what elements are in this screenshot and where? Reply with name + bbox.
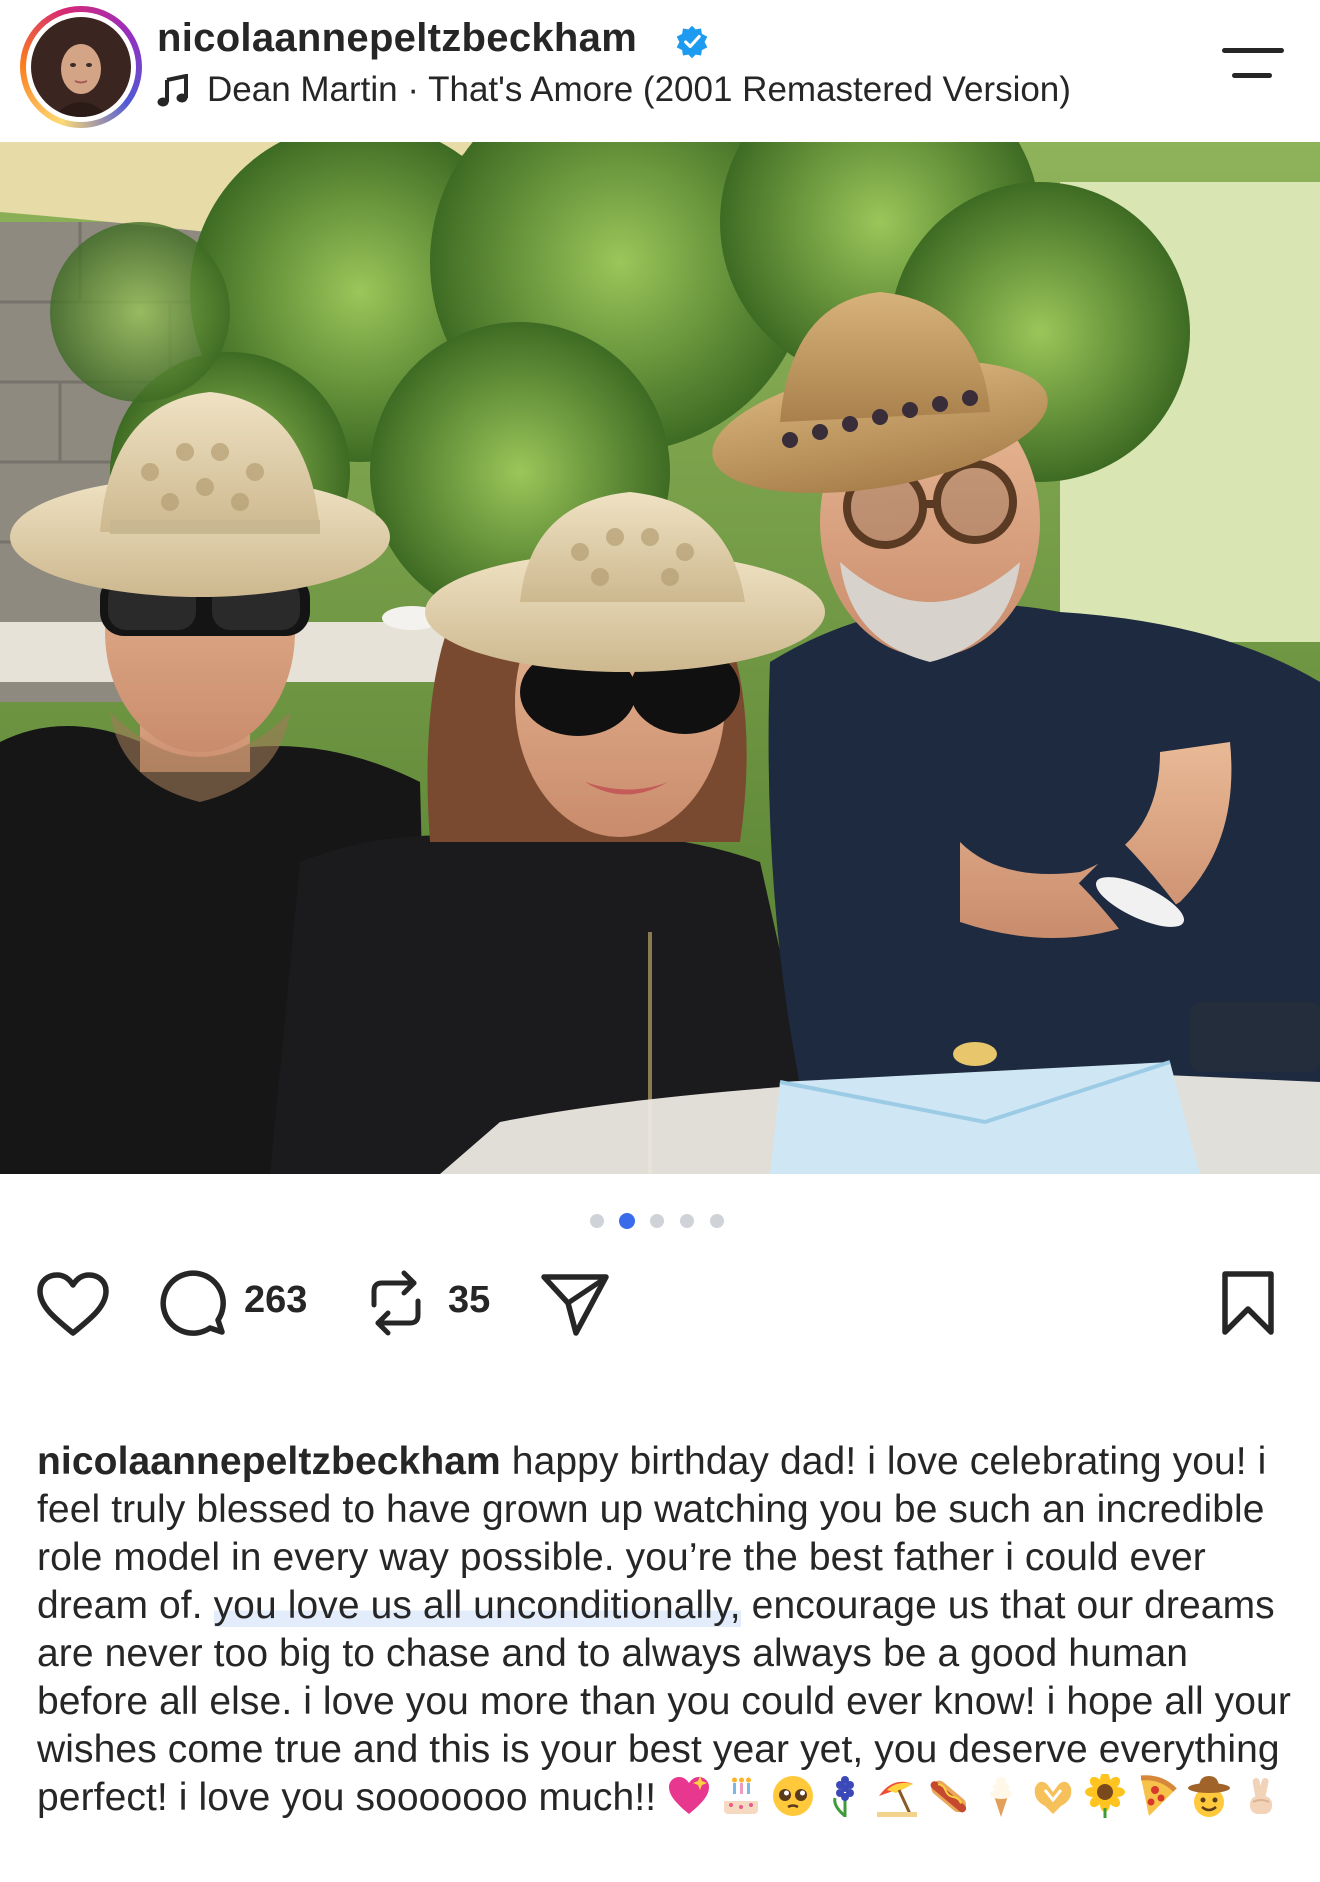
like-heart-icon[interactable] [36,1271,110,1337]
carousel-indicator [590,1210,730,1230]
verified-badge-icon [676,25,708,59]
post-header: nicolaannepeltzbeckham Dean Martin · Tha… [0,0,1320,142]
music-note-icon [157,74,188,107]
carousel-dot [650,1214,664,1228]
heart-hands-icon [1031,1774,1075,1818]
comment-bubble-icon[interactable] [158,1268,228,1338]
bookmark-save-icon[interactable] [1220,1269,1276,1337]
carousel-dot [710,1214,724,1228]
crossed-fingers-icon [1239,1774,1283,1818]
hot-dog-icon [927,1774,971,1818]
pizza-icon [1135,1774,1179,1818]
post-photo[interactable] [0,142,1320,1174]
caption-highlighted-text: you love us all unconditionally, [213,1584,741,1627]
hyacinth-icon [823,1774,867,1818]
audio-track[interactable]: Dean Martin · That's Amore (2001 Remaste… [207,70,1071,110]
caption-username[interactable]: nicolaannepeltzbeckham [37,1440,501,1483]
birthday-cake-icon [719,1774,763,1818]
carousel-dot [680,1214,694,1228]
soft-ice-cream-icon [979,1774,1023,1818]
avatar [31,17,131,117]
carousel-dot-active [619,1213,635,1229]
post-actions: 263 35 [0,1255,1320,1355]
repost-count: 35 [448,1279,491,1321]
share-send-icon[interactable] [540,1271,610,1337]
pleading-face-icon [771,1774,815,1818]
post-caption: nicolaannepeltzbeckham happy birthday da… [37,1438,1299,1822]
menu-icon[interactable] [1222,42,1284,82]
sparkling-heart-icon [667,1774,711,1818]
caption-emojis [667,1772,1291,1819]
comment-count: 263 [244,1279,308,1321]
beach-umbrella-icon [875,1774,919,1818]
carousel-dot [590,1214,604,1228]
cowboy-face-icon [1187,1774,1231,1818]
sunflower-icon [1083,1772,1127,1818]
repost-icon[interactable] [366,1267,426,1339]
username[interactable]: nicolaannepeltzbeckham [157,16,637,61]
story-avatar[interactable] [20,6,142,128]
